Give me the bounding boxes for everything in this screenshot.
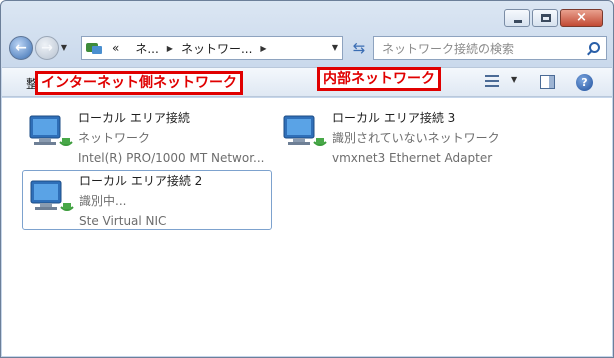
breadcrumb-network-connections[interactable]: ネットワー...: [181, 40, 252, 57]
network-adapter-icon: [283, 115, 327, 146]
preview-pane-icon[interactable]: [540, 75, 555, 89]
connection-name: ローカル エリア接続: [78, 111, 190, 125]
explorer-window: × ← → ▼ « ネ... ▶ ネットワー... ▶ ▼ ⇆ ネットワーク接続…: [0, 0, 614, 358]
forward-button[interactable]: →: [35, 36, 59, 60]
connection-text: ローカル エリア接続 ネットワーク Intel(R) PRO/1000 MT N…: [78, 108, 265, 168]
search-placeholder: ネットワーク接続の検索: [382, 41, 515, 56]
breadcrumb-overflow[interactable]: «: [112, 41, 119, 55]
connection-status: ネットワーク: [78, 131, 151, 145]
connection-item[interactable]: ローカル エリア接続 ネットワーク Intel(R) PRO/1000 MT N…: [22, 104, 272, 166]
network-connections-icon: [86, 41, 104, 55]
breadcrumb-separator-icon[interactable]: ▶: [167, 44, 173, 53]
recent-pages-dropdown[interactable]: ▼: [59, 36, 69, 60]
caption-buttons: ×: [504, 9, 603, 27]
search-input[interactable]: ネットワーク接続の検索: [373, 36, 607, 60]
connection-device: Intel(R) PRO/1000 MT Networ...: [78, 151, 265, 165]
back-arrow-icon: ←: [15, 40, 27, 56]
annotation-internal: 内部ネットワーク: [317, 67, 441, 91]
connection-device: vmxnet3 Ethernet Adapter: [332, 151, 493, 165]
breadcrumb-separator-icon[interactable]: ▶: [260, 44, 266, 53]
change-view-dropdown-icon[interactable]: ▼: [511, 75, 517, 84]
refresh-button[interactable]: ⇆: [349, 38, 369, 58]
file-list: ローカル エリア接続 ネットワーク Intel(R) PRO/1000 MT N…: [2, 98, 612, 356]
change-view-icon[interactable]: [485, 75, 499, 88]
connection-text: ローカル エリア接続 3 識別されていないネットワーク vmxnet3 Ethe…: [332, 108, 500, 168]
connection-status: 識別中...: [79, 194, 127, 208]
network-adapter-icon: [30, 180, 74, 211]
address-dropdown-icon[interactable]: ▼: [332, 37, 338, 59]
connection-device: Ste Virtual NIC: [79, 214, 167, 228]
connection-name: ローカル エリア接続 3: [332, 111, 456, 125]
minimize-button[interactable]: [504, 9, 530, 27]
minimize-icon: [514, 20, 522, 23]
navigation-bar: ← → ▼ « ネ... ▶ ネットワー... ▶ ▼ ⇆ ネットワーク接続の検…: [9, 34, 607, 62]
address-bar[interactable]: « ネ... ▶ ネットワー... ▶ ▼: [81, 36, 343, 60]
back-button[interactable]: ←: [9, 36, 33, 60]
breadcrumb-network[interactable]: ネ...: [135, 40, 158, 57]
connection-name: ローカル エリア接続 2: [79, 174, 203, 188]
connection-status: 識別されていないネットワーク: [332, 131, 500, 145]
close-button[interactable]: ×: [560, 9, 603, 27]
maximize-button[interactable]: [532, 9, 558, 27]
annotation-internet-side: インターネット側ネットワーク: [35, 71, 243, 95]
connection-item[interactable]: ローカル エリア接続 3 識別されていないネットワーク vmxnet3 Ethe…: [276, 104, 536, 166]
maximize-icon: [541, 14, 551, 22]
help-icon[interactable]: ?: [576, 74, 593, 91]
connection-text: ローカル エリア接続 2 識別中... Ste Virtual NIC: [79, 171, 202, 231]
connection-item[interactable]: ローカル エリア接続 2 識別中... Ste Virtual NIC: [22, 170, 272, 230]
search-icon[interactable]: [589, 42, 600, 53]
close-icon: ×: [576, 10, 587, 25]
network-adapter-icon: [29, 115, 73, 146]
forward-arrow-icon: →: [41, 40, 53, 56]
